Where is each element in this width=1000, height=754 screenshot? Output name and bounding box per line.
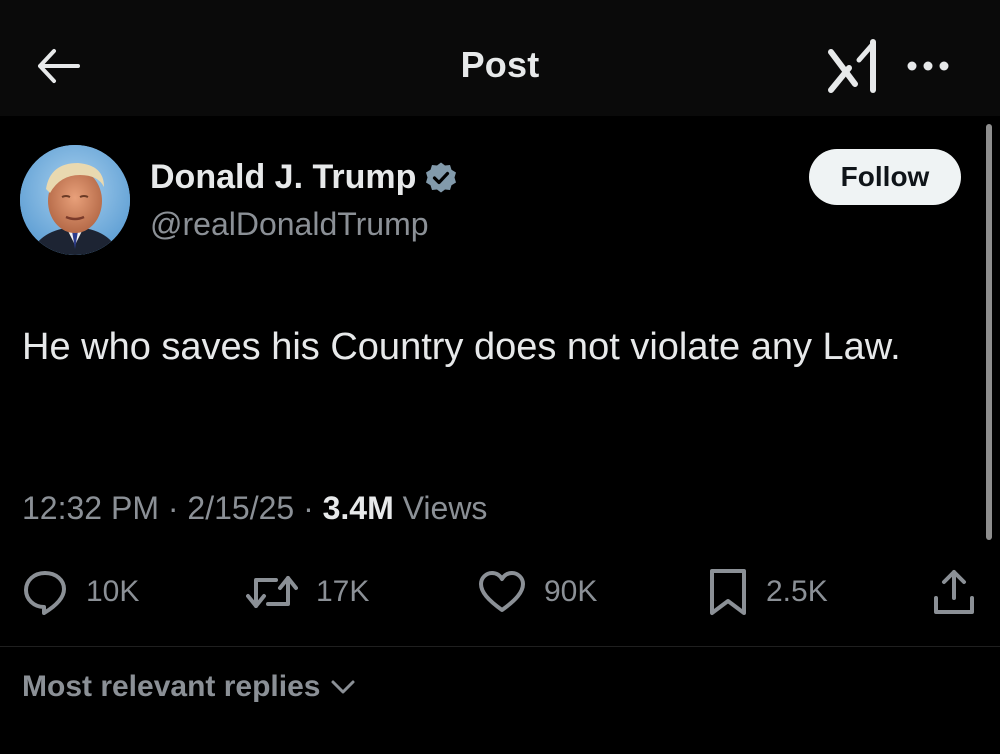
post-text: He who saves his Country does not violat…: [22, 326, 901, 368]
follow-button[interactable]: Follow: [809, 149, 961, 205]
repost-count: 17K: [316, 575, 370, 608]
post-meta: 12:32 PM · 2/15/25 · 3.4M Views: [22, 490, 487, 527]
author-name-row[interactable]: Donald J. Trump: [150, 158, 458, 197]
chevron-down-icon: [331, 680, 355, 694]
more-horizontal-icon: [907, 61, 949, 71]
replies-sort-dropdown[interactable]: Most relevant replies: [22, 670, 356, 704]
action-bar: 10K 17K 90K 2.5K: [0, 562, 1000, 622]
reply-icon: [24, 571, 66, 615]
more-options-button[interactable]: [898, 44, 958, 88]
views-label: Views: [393, 490, 488, 526]
replies-sort-label: Most relevant replies: [22, 670, 321, 703]
repost-icon: [246, 576, 298, 608]
author-handle[interactable]: @realDonaldTrump: [150, 206, 429, 243]
verified-badge-icon: [424, 161, 458, 195]
reply-count: 10K: [86, 575, 140, 608]
heart-icon: [479, 571, 525, 612]
meta-separator: ·: [158, 490, 188, 526]
grok-button[interactable]: [823, 36, 883, 96]
like-count: 90K: [544, 575, 598, 608]
reply-button[interactable]: 10K: [22, 562, 139, 622]
scrollbar[interactable]: [986, 124, 992, 540]
like-button[interactable]: 90K: [478, 562, 597, 622]
share-icon: [934, 570, 974, 614]
post-date[interactable]: 2/15/25: [187, 490, 294, 526]
avatar[interactable]: [20, 145, 130, 255]
grok-icon: [828, 39, 876, 93]
repost-button[interactable]: 17K: [246, 562, 369, 622]
share-button[interactable]: [932, 562, 976, 622]
top-bar: Post: [0, 0, 1000, 116]
views-count[interactable]: 3.4M: [323, 490, 394, 526]
author-name: Donald J. Trump: [150, 158, 417, 196]
meta-separator: ·: [294, 490, 323, 526]
post-time[interactable]: 12:32 PM: [22, 490, 159, 526]
bookmark-icon: [710, 569, 746, 615]
bookmark-button[interactable]: 2.5K: [708, 562, 828, 622]
divider: [0, 646, 1000, 647]
bookmark-count: 2.5K: [766, 575, 828, 608]
